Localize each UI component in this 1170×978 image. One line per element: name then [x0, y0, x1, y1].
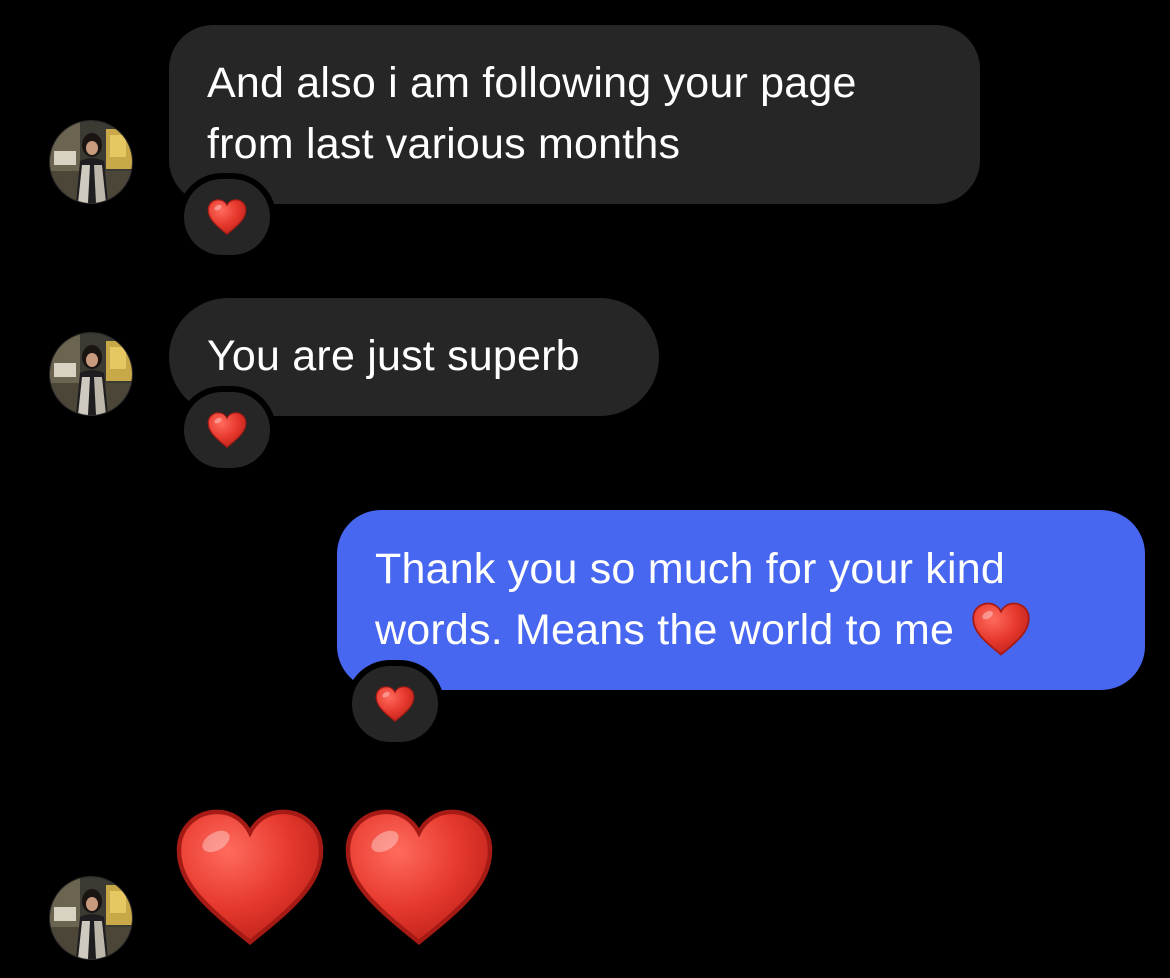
red-heart-icon: [345, 806, 493, 948]
red-heart-icon: [375, 686, 415, 722]
sender-avatar[interactable]: [50, 121, 132, 203]
message-text-line: You are just superb: [207, 332, 580, 380]
red-heart-icon: [176, 806, 324, 948]
sender-avatar[interactable]: [50, 333, 132, 415]
message-text-line: And also i am following your page: [207, 59, 857, 107]
message-text-line: Thank you so much for your kind: [375, 545, 1005, 593]
heart-reaction[interactable]: [352, 666, 438, 742]
red-heart-icon: [207, 412, 247, 448]
sender-avatar[interactable]: [50, 877, 132, 959]
heart-reaction[interactable]: [184, 392, 270, 468]
large-red-heart-emoji[interactable]: [176, 806, 324, 948]
red-heart-emoji-icon: [972, 602, 1030, 656]
message-text-line: words. Means the world to me: [375, 600, 1145, 661]
message-text-segment: words. Means the world to me: [375, 606, 955, 654]
red-heart-icon: [207, 199, 247, 235]
outgoing-message-bubble[interactable]: Thank you so much for your kind words. M…: [337, 510, 1145, 690]
heart-reaction[interactable]: [184, 179, 270, 255]
message-text-line: from last various months: [207, 120, 681, 168]
large-red-heart-emoji[interactable]: [345, 806, 493, 948]
incoming-message-bubble[interactable]: And also i am following your page from l…: [169, 25, 980, 204]
